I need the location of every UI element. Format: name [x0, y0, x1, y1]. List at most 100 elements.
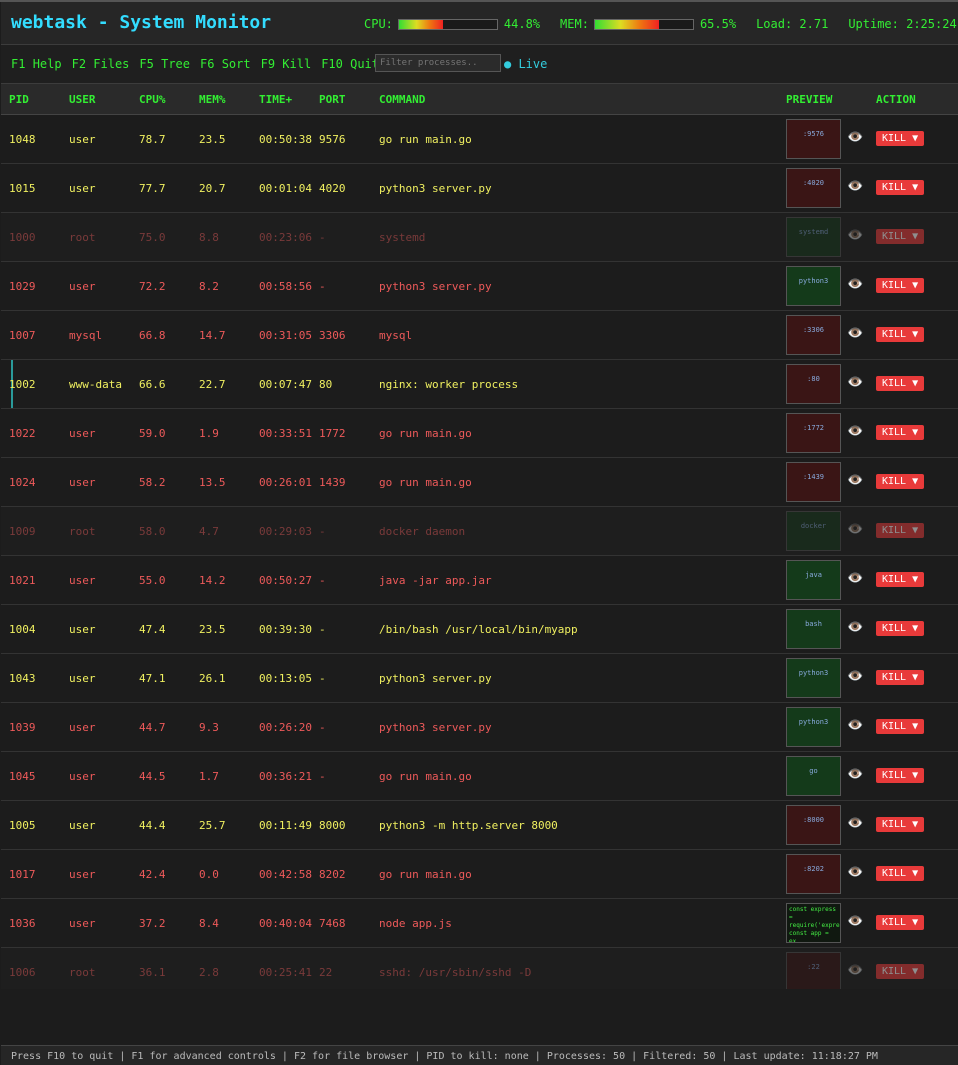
table-row[interactable]: 1000 root 75.0 8.8 00:23:06- systemd systemd 👁️…	[1, 213, 958, 262]
table-row[interactable]: 1022 user 59.0 1.9 00:33:51 1772 go run main.g…	[1, 409, 958, 458]
eye-icon[interactable]: 👁️	[847, 767, 863, 782]
preview-thumbnail[interactable]: go	[786, 756, 841, 796]
col-mem[interactable]: MEM%	[199, 93, 226, 106]
table-row[interactable]: 1036 user 37.2 8.4 00:40:04 7468 node app.js co…	[1, 899, 958, 948]
preview-thumbnail[interactable]: :4020	[786, 168, 841, 208]
table-row[interactable]: 1043 user 47.1 26.1 00:13:05- python3 server.…	[1, 654, 958, 703]
preview-thumbnail[interactable]: bash	[786, 609, 841, 649]
preview-thumbnail[interactable]: :22	[786, 952, 841, 989]
eye-icon[interactable]: 👁️	[847, 718, 863, 733]
preview-thumbnail[interactable]: :3306	[786, 315, 841, 355]
user-cell: mysql	[69, 329, 103, 342]
pid-cell: 1039	[9, 721, 36, 734]
eye-icon[interactable]: 👁️	[847, 277, 863, 292]
preview-text: python3	[798, 669, 829, 677]
preview-thumbnail[interactable]: python3	[786, 658, 841, 698]
table-row[interactable]: 1009 root 58.0 4.7 00:29:03- docker daemon doc…	[1, 507, 958, 556]
table-row[interactable]: 1015 user 77.7 20.7 00:01:04 4020 python3 serv…	[1, 164, 958, 213]
eye-icon[interactable]: 👁️	[847, 963, 863, 978]
fkey-sort[interactable]: F6 Sort	[200, 57, 251, 71]
preview-thumbnail[interactable]: python3	[786, 266, 841, 306]
kill-button[interactable]: KILL ▼	[876, 817, 925, 832]
kill-button[interactable]: KILL ▼	[876, 719, 925, 734]
kill-button[interactable]: KILL ▼	[876, 915, 925, 930]
port-cell: 9576	[319, 133, 346, 146]
kill-button[interactable]: KILL ▼	[876, 376, 925, 391]
table-row[interactable]: 1048 user 78.7 23.5 00:50:38 9576 go run main.…	[1, 115, 958, 164]
table-row[interactable]: 1007 mysql 66.8 14.7 00:31:05 3306 mysql:3306 👁…	[1, 311, 958, 360]
table-row[interactable]: 1002 www-data 66.6 22.7 00:07:47 80 nginx: wor…	[1, 360, 958, 409]
eye-icon[interactable]: 👁️	[847, 326, 863, 341]
time-cell: 00:01:04	[259, 182, 312, 195]
fkey-quit[interactable]: F10 Quit	[321, 57, 379, 71]
preview-thumbnail[interactable]: systemd	[786, 217, 841, 257]
eye-icon[interactable]: 👁️	[847, 228, 863, 243]
command-cell: docker daemon	[379, 525, 466, 538]
table-row[interactable]: 1021 user 55.0 14.2 00:50:27- java -jar app.j…	[1, 556, 958, 605]
fkey-files[interactable]: F2 Files	[72, 57, 130, 71]
eye-icon[interactable]: 👁️	[847, 522, 863, 537]
kill-button[interactable]: KILL ▼	[876, 180, 925, 195]
preview-thumbnail[interactable]: :9576	[786, 119, 841, 159]
preview-thumbnail[interactable]: python3	[786, 707, 841, 747]
pid-cell: 1045	[9, 770, 36, 783]
kill-button[interactable]: KILL ▼	[876, 425, 925, 440]
cpu-cell: 44.4	[139, 819, 166, 832]
eye-icon[interactable]: 👁️	[847, 620, 863, 635]
kill-button[interactable]: KILL ▼	[876, 768, 925, 783]
preview-thumbnail[interactable]: :1772	[786, 413, 841, 453]
eye-icon[interactable]: 👁️	[847, 375, 863, 390]
kill-button[interactable]: KILL ▼	[876, 670, 925, 685]
kill-button[interactable]: KILL ▼	[876, 474, 925, 489]
user-cell: user	[69, 280, 96, 293]
eye-icon[interactable]: 👁️	[847, 865, 863, 880]
eye-icon[interactable]: 👁️	[847, 669, 863, 684]
mem-cell: 23.5	[199, 623, 226, 636]
filter-input[interactable]	[375, 54, 501, 72]
kill-button[interactable]: KILL ▼	[876, 572, 925, 587]
fkey-kill[interactable]: F9 Kill	[261, 57, 312, 71]
preview-text: :3306	[802, 326, 825, 334]
col-command[interactable]: COMMAND	[379, 93, 425, 106]
col-cpu[interactable]: CPU%	[139, 93, 166, 106]
fkey-help[interactable]: F1 Help	[11, 57, 62, 71]
kill-button[interactable]: KILL ▼	[876, 278, 925, 293]
port-cell: 3306	[319, 329, 346, 342]
table-row[interactable]: 1005 user 44.4 25.7 00:11:49 8000 python3 -m h…	[1, 801, 958, 850]
preview-thumbnail[interactable]: :8202	[786, 854, 841, 894]
col-port[interactable]: PORT	[319, 93, 346, 106]
eye-icon[interactable]: 👁️	[847, 130, 863, 145]
kill-button[interactable]: KILL ▼	[876, 964, 925, 979]
kill-button[interactable]: KILL ▼	[876, 621, 925, 636]
table-row[interactable]: 1029 user 72.2 8.2 00:58:56- python3 server.p…	[1, 262, 958, 311]
eye-icon[interactable]: 👁️	[847, 424, 863, 439]
eye-icon[interactable]: 👁️	[847, 473, 863, 488]
table-row[interactable]: 1004 user 47.4 23.5 00:39:30- /bin/bash /usr/…	[1, 605, 958, 654]
kill-button[interactable]: KILL ▼	[876, 523, 925, 538]
table-row[interactable]: 1017 user 42.4 0.0 00:42:58 8202 go run main.g…	[1, 850, 958, 899]
table-row[interactable]: 1045 user 44.5 1.7 00:36:21- go run main.go go…	[1, 752, 958, 801]
kill-button[interactable]: KILL ▼	[876, 229, 925, 244]
cpu-cell: 55.0	[139, 574, 166, 587]
preview-thumbnail[interactable]: :1439	[786, 462, 841, 502]
col-pid[interactable]: PID	[9, 93, 29, 106]
preview-thumbnail[interactable]: :8000	[786, 805, 841, 845]
table-row[interactable]: 1024 user 58.2 13.5 00:26:01 1439 go run main.…	[1, 458, 958, 507]
time-cell: 00:50:38	[259, 133, 312, 146]
table-row[interactable]: 1039 user 44.7 9.3 00:26:20- python3 server.p…	[1, 703, 958, 752]
col-time[interactable]: TIME+	[259, 93, 292, 106]
eye-icon[interactable]: 👁️	[847, 571, 863, 586]
preview-thumbnail[interactable]: java	[786, 560, 841, 600]
kill-button[interactable]: KILL ▼	[876, 131, 925, 146]
kill-button[interactable]: KILL ▼	[876, 866, 925, 881]
preview-thumbnail[interactable]: const express = require('express') const…	[786, 903, 841, 943]
col-user[interactable]: USER	[69, 93, 96, 106]
eye-icon[interactable]: 👁️	[847, 816, 863, 831]
table-row[interactable]: 1006 root 36.1 2.8 00:25:41 22 sshd: /usr/sbin…	[1, 948, 958, 989]
eye-icon[interactable]: 👁️	[847, 179, 863, 194]
kill-button[interactable]: KILL ▼	[876, 327, 925, 342]
fkey-tree[interactable]: F5 Tree	[139, 57, 190, 71]
preview-thumbnail[interactable]: :80	[786, 364, 841, 404]
preview-thumbnail[interactable]: docker	[786, 511, 841, 551]
eye-icon[interactable]: 👁️	[847, 914, 863, 929]
